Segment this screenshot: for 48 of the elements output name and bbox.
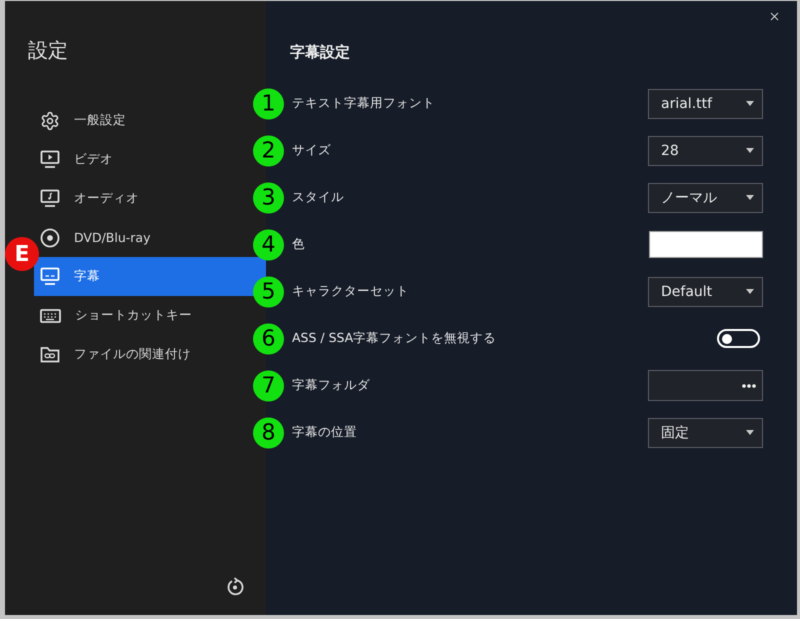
- step-marker: 8: [253, 417, 284, 448]
- caret-icon: [746, 430, 754, 435]
- step-marker: 6: [253, 323, 284, 354]
- step-marker: 7: [253, 370, 284, 401]
- setting-label: 字幕フォルダ: [292, 377, 371, 394]
- caret-icon: [746, 101, 754, 106]
- dropdown[interactable]: ノーマル: [648, 182, 763, 212]
- setting-label: キャラクターセット: [292, 283, 410, 300]
- caret-icon: [746, 289, 754, 294]
- sidebar-item[interactable]: DVD/Blu-ray: [40, 218, 252, 257]
- setting-label: テキスト字幕用フォント: [292, 95, 436, 112]
- disc-icon: [40, 228, 60, 248]
- setting-label: 色: [292, 236, 306, 253]
- sidebar-item[interactable]: ファイルの関連付け: [40, 335, 252, 374]
- step-marker: 1: [253, 88, 284, 119]
- folder-path-field[interactable]: [648, 370, 763, 401]
- folder-link-icon: [40, 346, 60, 363]
- monitor-music-icon: [40, 189, 60, 208]
- dropdown[interactable]: Default: [648, 276, 763, 306]
- keyboard-icon: [40, 308, 61, 322]
- step-marker: 3: [253, 182, 284, 213]
- step-marker: 2: [253, 135, 284, 166]
- dropdown[interactable]: arial.ttf: [648, 88, 763, 118]
- dropdown[interactable]: 28: [648, 136, 763, 166]
- step-marker: 5: [253, 276, 284, 307]
- close-icon: [768, 10, 780, 22]
- dropdown[interactable]: 固定: [648, 418, 763, 448]
- step-marker: 4: [253, 229, 284, 260]
- panel-title: 字幕設定: [290, 43, 351, 61]
- sidebar-item[interactable]: ビデオ: [40, 140, 252, 179]
- setting-label: 字幕の位置: [292, 424, 358, 441]
- caret-icon: [746, 195, 754, 200]
- setting-label: スタイル: [292, 189, 345, 206]
- setting-label: サイズ: [292, 142, 332, 159]
- color-swatch[interactable]: [649, 231, 763, 258]
- caret-icon: [746, 148, 754, 153]
- annotation-marker: E: [5, 237, 39, 271]
- toggle-switch[interactable]: [717, 329, 760, 348]
- sidebar-item[interactable]: ショートカットキー: [40, 296, 252, 335]
- gear-icon: [40, 110, 60, 130]
- sidebar-item[interactable]: オーディオ: [40, 179, 252, 218]
- sidebar-item[interactable]: 一般設定: [40, 101, 252, 140]
- monitor-subtitles-icon: [40, 267, 60, 286]
- monitor-play-icon: [40, 150, 60, 169]
- reset-icon: [225, 577, 245, 597]
- ellipsis-icon[interactable]: [742, 384, 756, 388]
- setting-label: ASS / SSA字幕フォントを無視する: [292, 330, 498, 347]
- sidebar-title: 設定: [28, 38, 69, 62]
